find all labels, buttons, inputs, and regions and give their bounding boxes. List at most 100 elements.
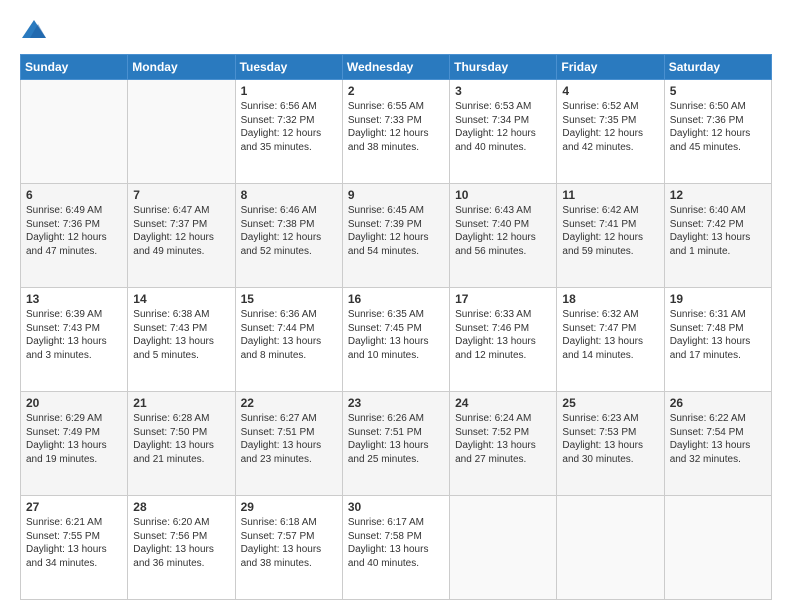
day-number: 18	[562, 292, 658, 306]
calendar-day-cell	[557, 496, 664, 600]
day-info: Sunrise: 6:32 AMSunset: 7:47 PMDaylight:…	[562, 308, 658, 362]
calendar-day-cell: 30 Sunrise: 6:17 AMSunset: 7:58 PMDayligh…	[342, 496, 449, 600]
calendar-day-cell: 18 Sunrise: 6:32 AMSunset: 7:47 PMDayligh…	[557, 288, 664, 392]
day-number: 1	[241, 84, 337, 98]
day-number: 26	[670, 396, 766, 410]
day-info: Sunrise: 6:31 AMSunset: 7:48 PMDaylight:…	[670, 308, 766, 362]
day-info: Sunrise: 6:24 AMSunset: 7:52 PMDaylight:…	[455, 412, 551, 466]
page: SundayMondayTuesdayWednesdayThursdayFrid…	[0, 0, 792, 612]
calendar-day-cell: 23 Sunrise: 6:26 AMSunset: 7:51 PMDayligh…	[342, 392, 449, 496]
day-info: Sunrise: 6:47 AMSunset: 7:37 PMDaylight:…	[133, 204, 229, 258]
weekday-header: Sunday	[21, 55, 128, 80]
day-number: 2	[348, 84, 444, 98]
day-info: Sunrise: 6:50 AMSunset: 7:36 PMDaylight:…	[670, 100, 766, 154]
calendar-day-cell: 3 Sunrise: 6:53 AMSunset: 7:34 PMDaylight…	[450, 80, 557, 184]
calendar-day-cell	[450, 496, 557, 600]
day-number: 15	[241, 292, 337, 306]
day-number: 17	[455, 292, 551, 306]
calendar-day-cell: 21 Sunrise: 6:28 AMSunset: 7:50 PMDayligh…	[128, 392, 235, 496]
calendar-day-cell: 11 Sunrise: 6:42 AMSunset: 7:41 PMDayligh…	[557, 184, 664, 288]
day-number: 12	[670, 188, 766, 202]
day-info: Sunrise: 6:23 AMSunset: 7:53 PMDaylight:…	[562, 412, 658, 466]
day-number: 5	[670, 84, 766, 98]
day-number: 21	[133, 396, 229, 410]
day-info: Sunrise: 6:22 AMSunset: 7:54 PMDaylight:…	[670, 412, 766, 466]
calendar-day-cell: 28 Sunrise: 6:20 AMSunset: 7:56 PMDayligh…	[128, 496, 235, 600]
day-info: Sunrise: 6:45 AMSunset: 7:39 PMDaylight:…	[348, 204, 444, 258]
calendar-day-cell: 9 Sunrise: 6:45 AMSunset: 7:39 PMDaylight…	[342, 184, 449, 288]
calendar-day-cell: 19 Sunrise: 6:31 AMSunset: 7:48 PMDayligh…	[664, 288, 771, 392]
day-number: 29	[241, 500, 337, 514]
day-number: 13	[26, 292, 122, 306]
day-info: Sunrise: 6:56 AMSunset: 7:32 PMDaylight:…	[241, 100, 337, 154]
day-info: Sunrise: 6:49 AMSunset: 7:36 PMDaylight:…	[26, 204, 122, 258]
day-number: 11	[562, 188, 658, 202]
day-info: Sunrise: 6:27 AMSunset: 7:51 PMDaylight:…	[241, 412, 337, 466]
day-info: Sunrise: 6:46 AMSunset: 7:38 PMDaylight:…	[241, 204, 337, 258]
day-info: Sunrise: 6:21 AMSunset: 7:55 PMDaylight:…	[26, 516, 122, 570]
day-info: Sunrise: 6:39 AMSunset: 7:43 PMDaylight:…	[26, 308, 122, 362]
calendar-day-cell: 20Sunrise: 6:29 AMSunset: 7:49 PMDayligh…	[21, 392, 128, 496]
calendar-week-row: 20Sunrise: 6:29 AMSunset: 7:49 PMDayligh…	[21, 392, 772, 496]
day-number: 19	[670, 292, 766, 306]
day-info: Sunrise: 6:29 AMSunset: 7:49 PMDaylight:…	[26, 412, 122, 466]
calendar-day-cell: 25 Sunrise: 6:23 AMSunset: 7:53 PMDayligh…	[557, 392, 664, 496]
day-info: Sunrise: 6:43 AMSunset: 7:40 PMDaylight:…	[455, 204, 551, 258]
calendar-day-cell: 27 Sunrise: 6:21 AMSunset: 7:55 PMDayligh…	[21, 496, 128, 600]
day-info: Sunrise: 6:55 AMSunset: 7:33 PMDaylight:…	[348, 100, 444, 154]
day-number: 3	[455, 84, 551, 98]
day-number: 30	[348, 500, 444, 514]
weekday-header: Tuesday	[235, 55, 342, 80]
day-number: 7	[133, 188, 229, 202]
day-info: Sunrise: 6:17 AMSunset: 7:58 PMDaylight:…	[348, 516, 444, 570]
day-info: Sunrise: 6:20 AMSunset: 7:56 PMDaylight:…	[133, 516, 229, 570]
weekday-header: Thursday	[450, 55, 557, 80]
day-number: 9	[348, 188, 444, 202]
day-info: Sunrise: 6:53 AMSunset: 7:34 PMDaylight:…	[455, 100, 551, 154]
calendar-day-cell	[128, 80, 235, 184]
weekday-header: Wednesday	[342, 55, 449, 80]
calendar-day-cell: 26 Sunrise: 6:22 AMSunset: 7:54 PMDayligh…	[664, 392, 771, 496]
logo-icon	[20, 16, 48, 44]
calendar-day-cell: 29 Sunrise: 6:18 AMSunset: 7:57 PMDayligh…	[235, 496, 342, 600]
header	[20, 16, 772, 44]
day-info: Sunrise: 6:42 AMSunset: 7:41 PMDaylight:…	[562, 204, 658, 258]
day-info: Sunrise: 6:35 AMSunset: 7:45 PMDaylight:…	[348, 308, 444, 362]
calendar-day-cell: 6 Sunrise: 6:49 AMSunset: 7:36 PMDaylight…	[21, 184, 128, 288]
day-number: 10	[455, 188, 551, 202]
calendar-day-cell	[21, 80, 128, 184]
day-info: Sunrise: 6:28 AMSunset: 7:50 PMDaylight:…	[133, 412, 229, 466]
calendar-week-row: 1 Sunrise: 6:56 AMSunset: 7:32 PMDaylight…	[21, 80, 772, 184]
calendar-day-cell: 12 Sunrise: 6:40 AMSunset: 7:42 PMDayligh…	[664, 184, 771, 288]
day-number: 22	[241, 396, 337, 410]
day-info: Sunrise: 6:40 AMSunset: 7:42 PMDaylight:…	[670, 204, 766, 258]
weekday-header: Monday	[128, 55, 235, 80]
day-number: 6	[26, 188, 122, 202]
day-info: Sunrise: 6:38 AMSunset: 7:43 PMDaylight:…	[133, 308, 229, 362]
calendar-week-row: 27 Sunrise: 6:21 AMSunset: 7:55 PMDayligh…	[21, 496, 772, 600]
day-info: Sunrise: 6:33 AMSunset: 7:46 PMDaylight:…	[455, 308, 551, 362]
calendar-day-cell	[664, 496, 771, 600]
day-number: 28	[133, 500, 229, 514]
day-number: 27	[26, 500, 122, 514]
day-info: Sunrise: 6:18 AMSunset: 7:57 PMDaylight:…	[241, 516, 337, 570]
weekday-header: Saturday	[664, 55, 771, 80]
calendar-day-cell: 22 Sunrise: 6:27 AMSunset: 7:51 PMDayligh…	[235, 392, 342, 496]
calendar-day-cell: 10 Sunrise: 6:43 AMSunset: 7:40 PMDayligh…	[450, 184, 557, 288]
calendar-day-cell: 1 Sunrise: 6:56 AMSunset: 7:32 PMDaylight…	[235, 80, 342, 184]
day-number: 14	[133, 292, 229, 306]
day-number: 4	[562, 84, 658, 98]
day-info: Sunrise: 6:26 AMSunset: 7:51 PMDaylight:…	[348, 412, 444, 466]
calendar-day-cell: 4 Sunrise: 6:52 AMSunset: 7:35 PMDaylight…	[557, 80, 664, 184]
calendar-day-cell: 7 Sunrise: 6:47 AMSunset: 7:37 PMDaylight…	[128, 184, 235, 288]
logo	[20, 16, 52, 44]
calendar-day-cell: 24Sunrise: 6:24 AMSunset: 7:52 PMDayligh…	[450, 392, 557, 496]
calendar-day-cell: 15Sunrise: 6:36 AMSunset: 7:44 PMDayligh…	[235, 288, 342, 392]
day-number: 23	[348, 396, 444, 410]
calendar-day-cell: 2 Sunrise: 6:55 AMSunset: 7:33 PMDaylight…	[342, 80, 449, 184]
day-info: Sunrise: 6:52 AMSunset: 7:35 PMDaylight:…	[562, 100, 658, 154]
weekday-header: Friday	[557, 55, 664, 80]
calendar-day-cell: 8Sunrise: 6:46 AMSunset: 7:38 PMDaylight…	[235, 184, 342, 288]
day-number: 25	[562, 396, 658, 410]
calendar-day-cell: 5 Sunrise: 6:50 AMSunset: 7:36 PMDaylight…	[664, 80, 771, 184]
